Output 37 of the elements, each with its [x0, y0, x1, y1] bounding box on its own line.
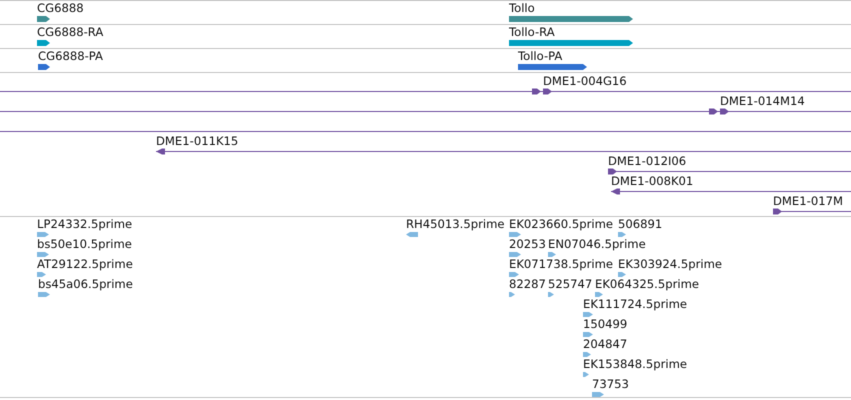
feature-label[interactable]: Tollo-RA [509, 26, 555, 39]
feature-label[interactable]: 73753 [592, 378, 629, 391]
feature-label[interactable]: 20253 [509, 238, 546, 251]
feature-label[interactable]: RH45013.5prime [406, 218, 504, 231]
feature-label[interactable]: bs45a06.5prime [38, 278, 133, 291]
feature-label[interactable]: EK153848.5prime [583, 358, 688, 371]
feature-label[interactable]: EK064325.5prime [595, 278, 700, 291]
feature-label[interactable]: EK303924.5prime [618, 258, 722, 271]
feature-label[interactable]: DME1-004G16 [543, 75, 627, 88]
feature-label[interactable]: CG6888 [37, 2, 84, 15]
feature-label[interactable]: LP24332.5prime [37, 218, 132, 231]
clone-line[interactable] [772, 208, 851, 214]
feature-label[interactable]: 204847 [583, 338, 628, 351]
feature-label[interactable]: Tollo [509, 2, 535, 15]
feature-label[interactable]: EK023660.5prime [509, 218, 614, 231]
feature-label[interactable]: DME1-014M14 [720, 95, 805, 108]
clone-line[interactable] [0, 88, 851, 94]
feature-label[interactable]: CG6888-PA [38, 50, 103, 63]
feature-label[interactable]: CG6888-RA [37, 26, 104, 39]
feature-label[interactable]: Tollo-PA [518, 50, 562, 63]
feature-label[interactable]: 82287 [509, 278, 546, 291]
feature-label[interactable]: bs50e10.5prime [37, 238, 132, 251]
feature-label[interactable]: 506891 [618, 218, 662, 231]
feature-label[interactable]: EK111724.5prime [583, 298, 688, 311]
feature-label[interactable]: DME1-008K01 [611, 175, 694, 188]
feature-label[interactable]: AT29122.5prime [37, 258, 133, 271]
clone-line[interactable] [610, 188, 851, 194]
feature-label[interactable]: 525747 [548, 278, 592, 291]
clone-line[interactable] [0, 108, 851, 114]
feature-label[interactable]: DME1-011K15 [156, 135, 238, 148]
feature-label[interactable]: DME1-012I06 [608, 155, 686, 168]
feature-label[interactable]: EN07046.5prime [548, 238, 646, 251]
clone-line[interactable] [608, 168, 851, 174]
feature-label[interactable]: EK071738.5prime [509, 258, 614, 271]
clone-line[interactable] [156, 148, 851, 154]
feature-label[interactable]: DME1-017M [773, 195, 843, 208]
feature-label[interactable]: 150499 [583, 318, 628, 331]
